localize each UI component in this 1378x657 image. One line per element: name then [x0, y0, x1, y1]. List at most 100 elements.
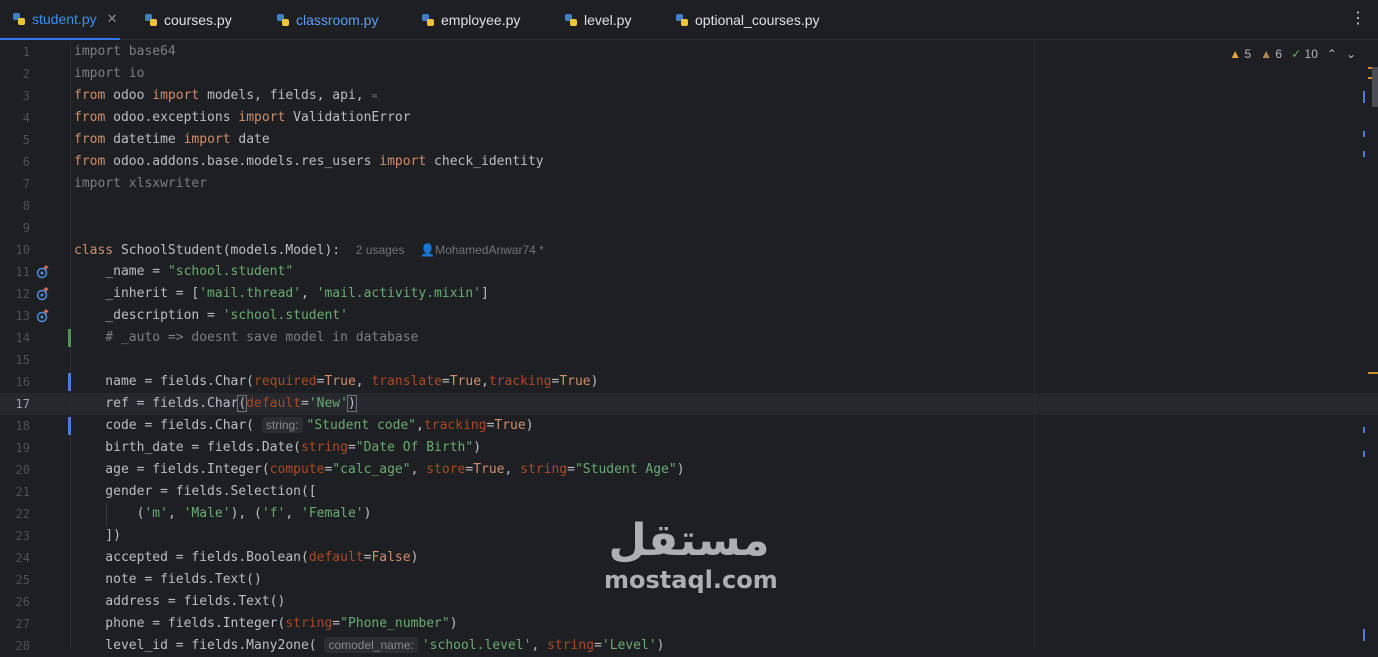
- watermark-arabic: مستقل: [608, 515, 770, 566]
- python-file-icon: [565, 14, 577, 26]
- code-line: 8: [0, 195, 1034, 217]
- code-text: phone = fields.Integer(string="Phone_num…: [74, 616, 458, 631]
- code-text: code = fields.Char( string: "Student code…: [74, 417, 534, 433]
- weak-warning-icon: ▲: [1260, 47, 1273, 61]
- tab-optional-courses[interactable]: optional_courses.py: [675, 0, 820, 40]
- inspection-widget[interactable]: ▲ 5 ▲ 6 ✓ 10 ⌃ ⌄: [1229, 47, 1356, 61]
- code-text: birth_date = fields.Date(string="Date Of…: [74, 440, 482, 455]
- code-text: level_id = fields.Many2one( comodel_name…: [74, 637, 665, 653]
- python-file-icon: [676, 14, 688, 26]
- code-line: 19 birth_date = fields.Date(string="Date…: [0, 437, 1034, 459]
- parameter-hint: comodel_name:: [324, 637, 418, 653]
- code-line: 21 gender = fields.Selection([: [0, 481, 1034, 503]
- code-text: from odoo.exceptions import ValidationEr…: [74, 110, 411, 125]
- code-line: 13 _description = 'school.student': [0, 305, 1034, 327]
- tab-label: optional_courses.py: [695, 12, 820, 28]
- code-line: 12 _inherit = ['mail.thread', 'mail.acti…: [0, 283, 1034, 305]
- code-text: note = fields.Text(): [74, 572, 262, 587]
- line-number: 14: [15, 331, 30, 345]
- editor-tab-bar: student.py ✕ courses.py classroom.py emp…: [0, 0, 1378, 40]
- scroll-marker: [1363, 91, 1365, 103]
- warning-count[interactable]: ▲ 5: [1229, 47, 1251, 61]
- code-text: accepted = fields.Boolean(default=False): [74, 550, 419, 565]
- tab-employee[interactable]: employee.py: [421, 0, 520, 40]
- line-number: 1: [22, 45, 30, 59]
- text-cursor: [355, 395, 357, 412]
- code-text: from datetime import date: [74, 132, 270, 147]
- changed-line-marker[interactable]: [68, 373, 71, 391]
- scroll-marker: [1368, 372, 1378, 374]
- line-number: 21: [15, 485, 30, 499]
- code-line: 1 import base64: [0, 41, 1034, 63]
- line-number: 4: [22, 111, 30, 125]
- usages-hint[interactable]: 2 usages: [356, 243, 405, 257]
- code-line: 15: [0, 349, 1034, 371]
- tab-label: courses.py: [164, 12, 232, 28]
- line-number: 6: [22, 155, 30, 169]
- overrides-icon[interactable]: [36, 265, 50, 279]
- code-line: 23 ]): [0, 525, 1034, 547]
- line-number: 5: [22, 133, 30, 147]
- code-line: 4 from odoo.exceptions import Validation…: [0, 107, 1034, 129]
- added-line-marker[interactable]: [68, 329, 71, 347]
- code-line: 7 import xlsxwriter: [0, 173, 1034, 195]
- check-icon: ✓: [1291, 47, 1302, 61]
- tab-classroom[interactable]: classroom.py: [276, 0, 378, 40]
- line-number: 19: [15, 441, 30, 455]
- code-line: 22 ('m', 'Male'), ('f', 'Female'): [0, 503, 1034, 525]
- chevron-up-icon[interactable]: ⌃: [1327, 47, 1337, 61]
- scroll-marker: [1363, 629, 1365, 641]
- parameter-hint: string:: [261, 417, 303, 433]
- code-line: 27 phone = fields.Integer(string="Phone_…: [0, 613, 1034, 635]
- code-line: 28 level_id = fields.Many2one( comodel_n…: [0, 635, 1034, 657]
- code-text: ('m', 'Male'), ('f', 'Female'): [74, 506, 372, 521]
- tab-label: level.py: [584, 12, 632, 28]
- line-number: 25: [15, 573, 30, 587]
- changed-line-marker[interactable]: [68, 417, 71, 435]
- scroll-marker: [1363, 131, 1365, 137]
- tab-student[interactable]: student.py ✕: [0, 0, 120, 40]
- tab-label: employee.py: [441, 12, 521, 28]
- tab-courses[interactable]: courses.py: [144, 0, 232, 40]
- typo-count[interactable]: ✓ 10: [1291, 47, 1318, 61]
- line-number: 7: [22, 177, 30, 191]
- code-text: # _auto => doesnt save model in database: [74, 330, 419, 345]
- code-line: 3 from odoo import models, fields, api, …: [0, 85, 1034, 107]
- weak-warning-count[interactable]: ▲ 6: [1260, 47, 1282, 61]
- code-text: from odoo import models, fields, api, ≂: [74, 88, 378, 103]
- line-number: 24: [15, 551, 30, 565]
- code-line: 6 from odoo.addons.base.models.res_users…: [0, 151, 1034, 173]
- author-hint[interactable]: 👤MohamedAnwar74 *: [420, 243, 544, 257]
- line-number: 13: [15, 309, 30, 323]
- line-number: 28: [15, 639, 30, 653]
- more-options-icon[interactable]: ⋮: [1350, 11, 1366, 27]
- chevron-down-icon[interactable]: ⌄: [1346, 47, 1356, 61]
- scrollbar-thumb[interactable]: [1372, 67, 1378, 107]
- code-text: class SchoolStudent(models.Model): 2 usa…: [74, 243, 544, 258]
- overrides-icon[interactable]: [36, 309, 50, 323]
- code-line: 18 code = fields.Char( string: "Student c…: [0, 415, 1034, 437]
- code-text: import xlsxwriter: [74, 176, 208, 191]
- code-line-current: 17 ref = fields.Char(default='New'): [0, 393, 1034, 415]
- watermark-latin: mostaql.com: [604, 566, 778, 594]
- line-number: 3: [22, 89, 30, 103]
- line-number: 10: [15, 243, 30, 257]
- python-file-icon: [422, 14, 434, 26]
- line-number: 26: [15, 595, 30, 609]
- warning-icon: ▲: [1229, 47, 1242, 61]
- close-icon[interactable]: ✕: [107, 11, 118, 27]
- tab-level[interactable]: level.py: [564, 0, 631, 40]
- scroll-marker: [1363, 451, 1365, 457]
- code-line: 2 import io: [0, 63, 1034, 85]
- tab-label: student.py: [32, 11, 97, 27]
- line-number: 17: [15, 397, 30, 411]
- line-number: 12: [15, 287, 30, 301]
- line-number: 2: [22, 67, 30, 81]
- code-text: address = fields.Text(): [74, 594, 286, 609]
- user-icon: 👤: [420, 243, 436, 257]
- tab-label: classroom.py: [296, 12, 379, 28]
- watermark-logo: مستقل mostaql.com: [604, 515, 778, 594]
- python-file-icon: [145, 14, 157, 26]
- overrides-icon[interactable]: [36, 287, 50, 301]
- code-text: import io: [74, 66, 145, 81]
